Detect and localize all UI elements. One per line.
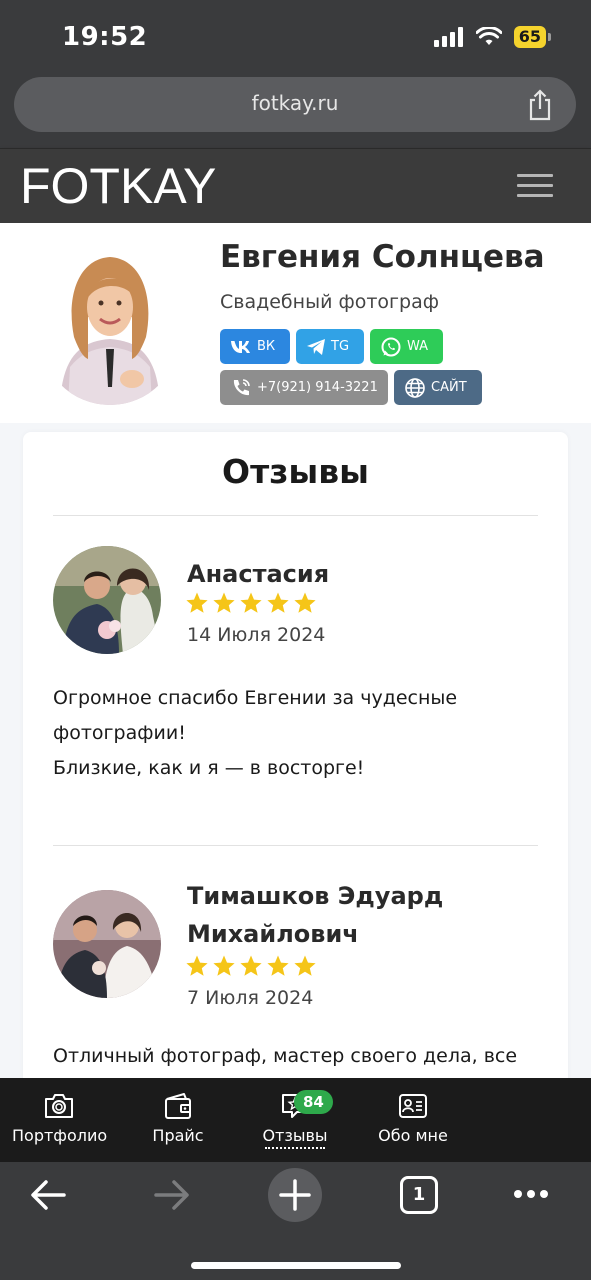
star-icon bbox=[186, 592, 208, 613]
telegram-icon bbox=[307, 338, 325, 355]
signal-icon bbox=[433, 27, 463, 47]
tabs-count-button[interactable]: 1 bbox=[400, 1176, 438, 1214]
star-icon bbox=[213, 592, 235, 613]
nav-label: Портфолио bbox=[12, 1126, 108, 1145]
review-date: 7 Июля 2024 bbox=[187, 987, 314, 1009]
share-icon[interactable] bbox=[526, 89, 554, 121]
reviewer-name: Анастасия bbox=[187, 560, 330, 588]
review-date: 14 Июля 2024 bbox=[187, 624, 326, 646]
telegram-button[interactable]: TG bbox=[296, 329, 364, 364]
active-indicator bbox=[265, 1147, 325, 1149]
nav-label: Прайс bbox=[152, 1126, 204, 1145]
rating-stars bbox=[185, 591, 317, 615]
whatsapp-label: WA bbox=[407, 339, 429, 354]
more-icon[interactable] bbox=[512, 1188, 550, 1200]
address-url[interactable]: fotkay.ru bbox=[14, 91, 576, 115]
nav-label: Обо мне bbox=[378, 1126, 448, 1145]
hamburger-menu-icon[interactable] bbox=[517, 174, 553, 198]
globe-icon bbox=[405, 377, 425, 398]
page-content: Евгения Солнцева Свадебный фотограф ВК T… bbox=[0, 223, 591, 1080]
battery-level: 65 bbox=[513, 26, 546, 48]
reviewer-name: Тимашков Эдуард Михайлович bbox=[187, 877, 537, 953]
review-text-line: Близкие, как и я — в восторге! bbox=[53, 757, 365, 779]
website-label: САЙТ bbox=[431, 380, 467, 395]
review-text-line: Огромное спасибо Евгении за чудесные bbox=[53, 687, 458, 709]
nav-item-portfolio[interactable]: Портфолио bbox=[12, 1078, 108, 1162]
nav-label: Отзывы bbox=[262, 1126, 328, 1145]
nav-item-about[interactable]: Обо мне bbox=[378, 1078, 448, 1162]
status-time: 19:52 bbox=[62, 22, 148, 52]
wallet-icon bbox=[165, 1093, 191, 1119]
profile-avatar bbox=[40, 237, 180, 405]
wifi-icon bbox=[475, 27, 502, 45]
reviews-count-badge: 84 bbox=[294, 1090, 333, 1114]
rating-stars bbox=[185, 954, 317, 978]
site-bottom-nav: Портфолио Прайс 84 Отзывы Обо мне bbox=[0, 1078, 591, 1162]
reviewer-photo bbox=[53, 546, 161, 654]
camera-icon bbox=[45, 1094, 73, 1118]
divider bbox=[53, 845, 538, 846]
star-icon bbox=[294, 955, 316, 976]
star-icon bbox=[213, 955, 235, 976]
back-icon[interactable] bbox=[28, 1178, 68, 1212]
website-button[interactable]: САЙТ bbox=[394, 370, 482, 405]
star-icon bbox=[267, 955, 289, 976]
reviewer-name-line: Тимашков Эдуард bbox=[187, 882, 444, 910]
review-text: Огромное спасибо Евгении за чудесные фот… bbox=[53, 681, 543, 786]
phone-icon bbox=[233, 378, 250, 395]
phone-label: +7(921) 914-3221 bbox=[257, 380, 378, 395]
reviews-title: Отзывы bbox=[222, 452, 369, 491]
status-icons: 65 bbox=[433, 26, 551, 48]
phone-button[interactable]: +7(921) 914-3221 bbox=[220, 370, 388, 405]
site-header: FOTKAY bbox=[0, 148, 591, 223]
battery-icon: 65 bbox=[513, 26, 551, 48]
forward-icon[interactable] bbox=[152, 1178, 192, 1212]
review-text-line: фотографии! bbox=[53, 722, 186, 744]
reviewer-photo bbox=[53, 890, 161, 998]
site-logo[interactable]: FOTKAY bbox=[20, 157, 216, 215]
star-icon bbox=[240, 955, 262, 976]
review-text-line: Отличный фотограф, мастер своего дела, в… bbox=[53, 1045, 518, 1067]
reviews-card: Отзывы Анастасия 14 Июля 2024 Огромное с… bbox=[23, 432, 568, 1080]
id-card-icon bbox=[399, 1094, 427, 1118]
reviewer-name-line: Михайлович bbox=[187, 920, 359, 948]
address-bar[interactable]: fotkay.ru bbox=[14, 77, 576, 132]
star-icon bbox=[294, 592, 316, 613]
nav-item-reviews[interactable]: 84 Отзывы bbox=[262, 1078, 333, 1162]
vk-label: ВК bbox=[257, 339, 276, 354]
profile-name: Евгения Солнцева bbox=[220, 239, 545, 275]
star-icon bbox=[186, 955, 208, 976]
review-text: Отличный фотограф, мастер своего дела, в… bbox=[53, 1039, 543, 1074]
whatsapp-button[interactable]: WA bbox=[370, 329, 443, 364]
star-icon bbox=[240, 592, 262, 613]
vk-icon bbox=[231, 340, 250, 353]
profile-role: Свадебный фотограф bbox=[220, 291, 439, 313]
browser-top-chrome: 19:52 65 fotkay.ru bbox=[0, 0, 591, 148]
divider bbox=[53, 515, 538, 516]
new-tab-icon[interactable] bbox=[267, 1167, 323, 1223]
telegram-label: TG bbox=[331, 339, 350, 354]
star-icon bbox=[267, 592, 289, 613]
nav-item-price[interactable]: Прайс bbox=[148, 1078, 208, 1162]
vk-button[interactable]: ВК bbox=[220, 329, 290, 364]
whatsapp-icon bbox=[381, 337, 401, 356]
home-indicator[interactable] bbox=[191, 1262, 401, 1269]
profile-section: Евгения Солнцева Свадебный фотограф ВК T… bbox=[0, 223, 591, 423]
